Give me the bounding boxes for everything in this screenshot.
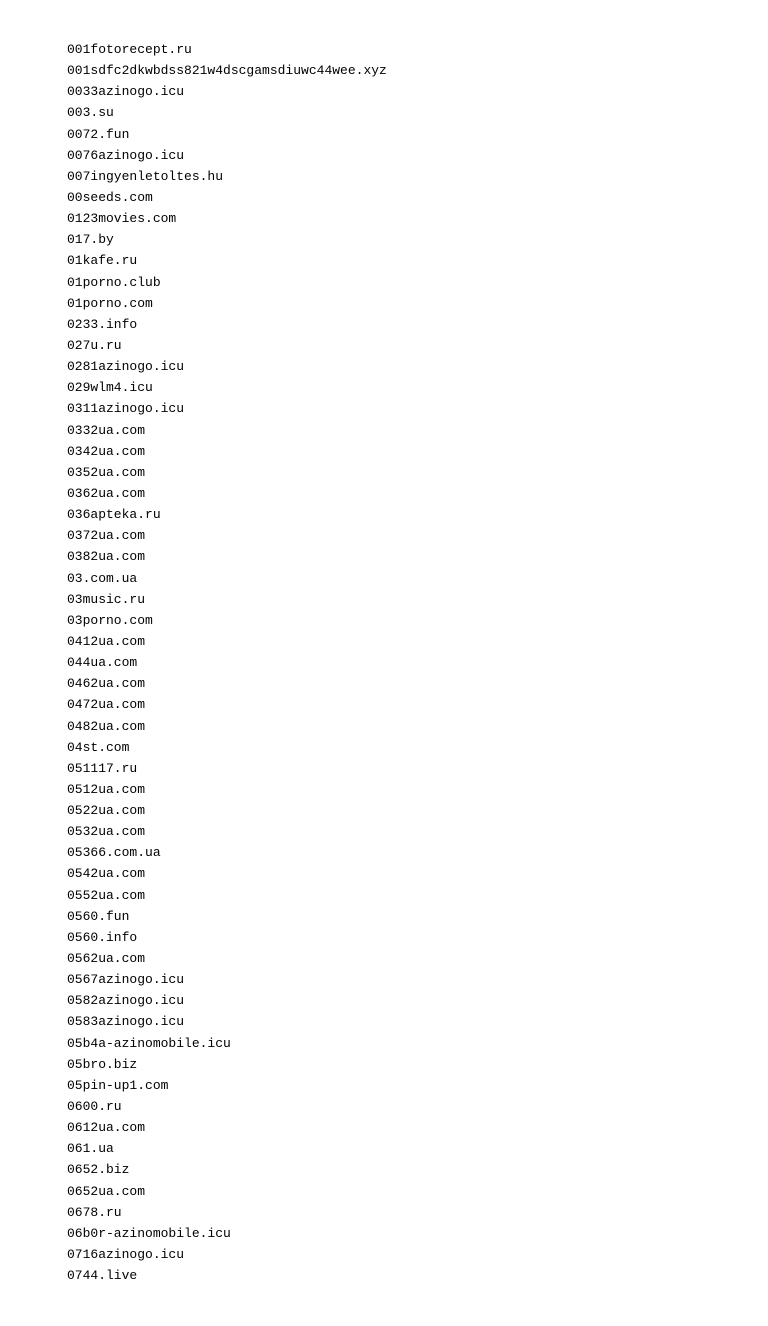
list-item: 0562ua.com xyxy=(67,949,701,969)
list-item: 0600.ru xyxy=(67,1097,701,1117)
list-item: 0281azinogo.icu xyxy=(67,357,701,377)
list-item: 0412ua.com xyxy=(67,632,701,652)
list-item: 01porno.club xyxy=(67,273,701,293)
list-item: 0512ua.com xyxy=(67,780,701,800)
list-item: 03.com.ua xyxy=(67,569,701,589)
list-item: 0652.biz xyxy=(67,1160,701,1180)
list-item: 0560.info xyxy=(67,928,701,948)
list-item: 0678.ru xyxy=(67,1203,701,1223)
list-item: 001sdfc2dkwbdss821w4dscgamsdiuwc44wee.xy… xyxy=(67,61,701,81)
list-item: 0233.info xyxy=(67,315,701,335)
list-item: 0542ua.com xyxy=(67,864,701,884)
list-item: 0612ua.com xyxy=(67,1118,701,1138)
list-item: 044ua.com xyxy=(67,653,701,673)
list-item: 0033azinogo.icu xyxy=(67,82,701,102)
list-item: 0311azinogo.icu xyxy=(67,399,701,419)
list-item: 03music.ru xyxy=(67,590,701,610)
list-item: 05b4a-azinomobile.icu xyxy=(67,1034,701,1054)
list-item: 05366.com.ua xyxy=(67,843,701,863)
list-item: 01porno.com xyxy=(67,294,701,314)
list-item: 0552ua.com xyxy=(67,886,701,906)
list-item: 0560.fun xyxy=(67,907,701,927)
list-item: 0123movies.com xyxy=(67,209,701,229)
list-item: 0072.fun xyxy=(67,125,701,145)
list-item: 0716azinogo.icu xyxy=(67,1245,701,1265)
list-item: 0567azinogo.icu xyxy=(67,970,701,990)
list-item: 061.ua xyxy=(67,1139,701,1159)
domain-list: 001fotorecept.ru001sdfc2dkwbdss821w4dscg… xyxy=(67,40,701,1286)
list-item: 001fotorecept.ru xyxy=(67,40,701,60)
list-item: 007ingyenletoltes.hu xyxy=(67,167,701,187)
list-item: 0352ua.com xyxy=(67,463,701,483)
list-item: 0462ua.com xyxy=(67,674,701,694)
list-item: 0652ua.com xyxy=(67,1182,701,1202)
list-item: 036apteka.ru xyxy=(67,505,701,525)
list-item: 0522ua.com xyxy=(67,801,701,821)
list-item: 00seeds.com xyxy=(67,188,701,208)
list-item: 01kafe.ru xyxy=(67,251,701,271)
list-item: 027u.ru xyxy=(67,336,701,356)
list-item: 0332ua.com xyxy=(67,421,701,441)
list-item: 03porno.com xyxy=(67,611,701,631)
list-item: 05pin-up1.com xyxy=(67,1076,701,1096)
list-item: 0583azinogo.icu xyxy=(67,1012,701,1032)
list-item: 003.su xyxy=(67,103,701,123)
list-item: 0472ua.com xyxy=(67,695,701,715)
list-item: 0362ua.com xyxy=(67,484,701,504)
list-item: 029wlm4.icu xyxy=(67,378,701,398)
list-item: 0532ua.com xyxy=(67,822,701,842)
list-item: 0372ua.com xyxy=(67,526,701,546)
list-item: 0744.live xyxy=(67,1266,701,1286)
list-item: 0076azinogo.icu xyxy=(67,146,701,166)
list-item: 017.by xyxy=(67,230,701,250)
list-item: 0582azinogo.icu xyxy=(67,991,701,1011)
list-item: 0342ua.com xyxy=(67,442,701,462)
list-item: 051117.ru xyxy=(67,759,701,779)
list-item: 05bro.biz xyxy=(67,1055,701,1075)
list-item: 06b0r-azinomobile.icu xyxy=(67,1224,701,1244)
list-item: 04st.com xyxy=(67,738,701,758)
list-item: 0382ua.com xyxy=(67,547,701,567)
list-item: 0482ua.com xyxy=(67,717,701,737)
